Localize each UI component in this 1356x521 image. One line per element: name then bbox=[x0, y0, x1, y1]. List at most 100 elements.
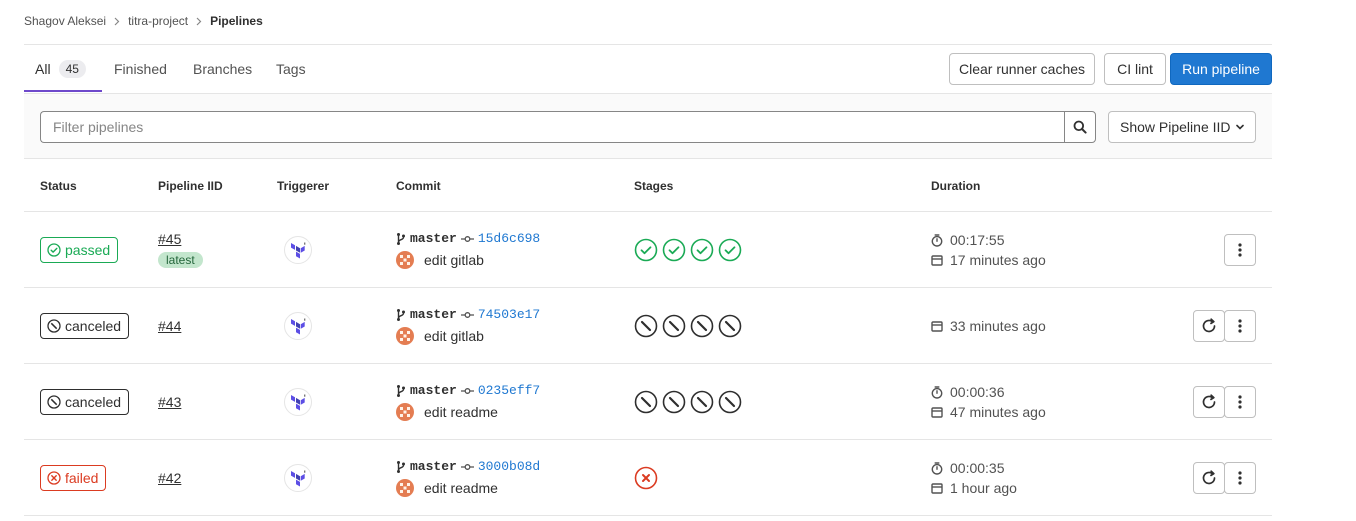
column-header-commit: Commit bbox=[396, 179, 441, 193]
commit-message: edit gitlab bbox=[396, 327, 484, 345]
stage-success-icon[interactable] bbox=[718, 238, 742, 262]
tab-branches[interactable]: Branches bbox=[193, 45, 252, 93]
cancel-circle-icon bbox=[47, 319, 61, 333]
commit-sha-link[interactable]: 74503e17 bbox=[478, 307, 540, 322]
stage-canceled-icon[interactable] bbox=[662, 314, 686, 338]
more-actions-button[interactable] bbox=[1224, 234, 1256, 266]
show-pipeline-iid-dropdown[interactable]: Show Pipeline IID bbox=[1108, 111, 1256, 143]
finished-time: 33 minutes ago bbox=[950, 318, 1046, 334]
pipeline-iid-link[interactable]: #42 bbox=[158, 470, 181, 486]
retry-icon bbox=[1201, 394, 1217, 410]
breadcrumb-item-project[interactable]: titra-project bbox=[128, 14, 188, 28]
stage-canceled-icon[interactable] bbox=[690, 314, 714, 338]
table-row: failed #42 master 3000b08d edit readme 0… bbox=[24, 440, 1272, 516]
duration: 00:00:35 bbox=[931, 460, 1005, 476]
triggerer-avatar[interactable] bbox=[284, 464, 312, 492]
finished-at: 17 minutes ago bbox=[931, 252, 1046, 268]
commit-icon bbox=[460, 387, 474, 395]
branch-name-link[interactable]: master bbox=[410, 307, 457, 322]
retry-button[interactable] bbox=[1193, 386, 1225, 418]
status-badge[interactable]: canceled bbox=[40, 313, 130, 339]
triggerer-avatar[interactable] bbox=[284, 236, 312, 264]
stage-success-icon[interactable] bbox=[634, 238, 658, 262]
stage-canceled-icon[interactable] bbox=[634, 390, 658, 414]
ellipsis-v-icon bbox=[1238, 243, 1242, 257]
breadcrumb: Shagov Aleksei titra-project Pipelines bbox=[24, 14, 263, 28]
stage-failed-icon[interactable] bbox=[634, 466, 658, 490]
filter-bar: Filter pipelines Show Pipeline IID bbox=[24, 93, 1272, 159]
breadcrumb-current[interactable]: Pipelines bbox=[210, 14, 263, 28]
tab-finished[interactable]: Finished bbox=[114, 45, 167, 93]
column-header-status: Status bbox=[40, 179, 77, 193]
branch-icon bbox=[396, 384, 406, 398]
status-badge[interactable]: passed bbox=[40, 237, 119, 263]
more-actions-button[interactable] bbox=[1224, 462, 1256, 494]
breadcrumb-item-user[interactable]: Shagov Aleksei bbox=[24, 14, 106, 28]
stage-canceled-icon[interactable] bbox=[662, 390, 686, 414]
commit-title-link[interactable]: edit gitlab bbox=[424, 252, 484, 268]
chevron-right-icon bbox=[196, 17, 202, 26]
stage-success-icon[interactable] bbox=[690, 238, 714, 262]
stage-success-icon[interactable] bbox=[662, 238, 686, 262]
branch-name-link[interactable]: master bbox=[410, 231, 457, 246]
commit-title-link[interactable]: edit readme bbox=[424, 480, 498, 496]
clear-runner-caches-button[interactable]: Clear runner caches bbox=[949, 53, 1095, 85]
commit-message: edit readme bbox=[396, 403, 498, 421]
commit-ref: master 3000b08d bbox=[396, 459, 540, 474]
triggerer-avatar[interactable] bbox=[284, 388, 312, 416]
commit-sha-link[interactable]: 3000b08d bbox=[478, 459, 540, 474]
commit-icon bbox=[460, 235, 474, 243]
commit-sha-link[interactable]: 15d6c698 bbox=[478, 231, 540, 246]
status-badge[interactable]: canceled bbox=[40, 389, 130, 415]
status-badge[interactable]: failed bbox=[40, 465, 107, 491]
stage-canceled-icon[interactable] bbox=[718, 314, 742, 338]
pipeline-tabs: All 45 Finished Branches Tags Clear runn… bbox=[24, 45, 1272, 93]
commit-icon bbox=[460, 463, 474, 471]
tab-tags[interactable]: Tags bbox=[276, 45, 306, 93]
commit-message: edit readme bbox=[396, 479, 498, 497]
stage-canceled-icon[interactable] bbox=[718, 390, 742, 414]
tab-all[interactable]: All 45 bbox=[35, 45, 86, 93]
search-button[interactable] bbox=[1064, 111, 1096, 143]
status-label: failed bbox=[65, 470, 99, 486]
retry-button[interactable] bbox=[1193, 462, 1225, 494]
duration: 00:17:55 bbox=[931, 232, 1005, 248]
cancel-circle-icon bbox=[47, 395, 61, 409]
close-circle-icon bbox=[47, 471, 61, 485]
run-pipeline-button[interactable]: Run pipeline bbox=[1170, 53, 1272, 85]
pipeline-iid-link[interactable]: #44 bbox=[158, 318, 181, 334]
timer-icon bbox=[931, 233, 943, 247]
pipeline-iid-link[interactable]: #45 bbox=[158, 231, 181, 247]
commit-sha-link[interactable]: 0235eff7 bbox=[478, 383, 540, 398]
commit-icon bbox=[460, 311, 474, 319]
ellipsis-v-icon bbox=[1238, 395, 1242, 409]
finished-time: 17 minutes ago bbox=[950, 252, 1046, 268]
latest-badge: latest bbox=[158, 252, 203, 268]
check-circle-icon bbox=[47, 243, 61, 257]
filter-pipelines-input[interactable]: Filter pipelines bbox=[40, 111, 1065, 143]
commit-title-link[interactable]: edit gitlab bbox=[424, 328, 484, 344]
ci-lint-button[interactable]: CI lint bbox=[1104, 53, 1166, 85]
status-label: canceled bbox=[65, 318, 122, 334]
stage-canceled-icon[interactable] bbox=[690, 390, 714, 414]
calendar-icon bbox=[931, 254, 943, 266]
stage-canceled-icon[interactable] bbox=[634, 314, 658, 338]
terraform-logo-icon bbox=[289, 393, 307, 411]
branch-name-link[interactable]: master bbox=[410, 383, 457, 398]
branch-name-link[interactable]: master bbox=[410, 459, 457, 474]
retry-button[interactable] bbox=[1193, 310, 1225, 342]
committer-avatar-icon bbox=[396, 251, 414, 269]
terraform-logo-icon bbox=[289, 241, 307, 259]
committer-avatar-icon bbox=[396, 327, 414, 345]
commit-title-link[interactable]: edit readme bbox=[424, 404, 498, 420]
calendar-icon bbox=[931, 406, 943, 418]
pipeline-iid-link[interactable]: #43 bbox=[158, 394, 181, 410]
more-actions-button[interactable] bbox=[1224, 386, 1256, 418]
column-header-pipeline-iid: Pipeline IID bbox=[158, 179, 223, 193]
table-row: passed #45 latest master 15d6c698 edit g… bbox=[24, 212, 1272, 288]
branch-icon bbox=[396, 460, 406, 474]
triggerer-avatar[interactable] bbox=[284, 312, 312, 340]
finished-time: 47 minutes ago bbox=[950, 404, 1046, 420]
committer-avatar-icon bbox=[396, 403, 414, 421]
more-actions-button[interactable] bbox=[1224, 310, 1256, 342]
